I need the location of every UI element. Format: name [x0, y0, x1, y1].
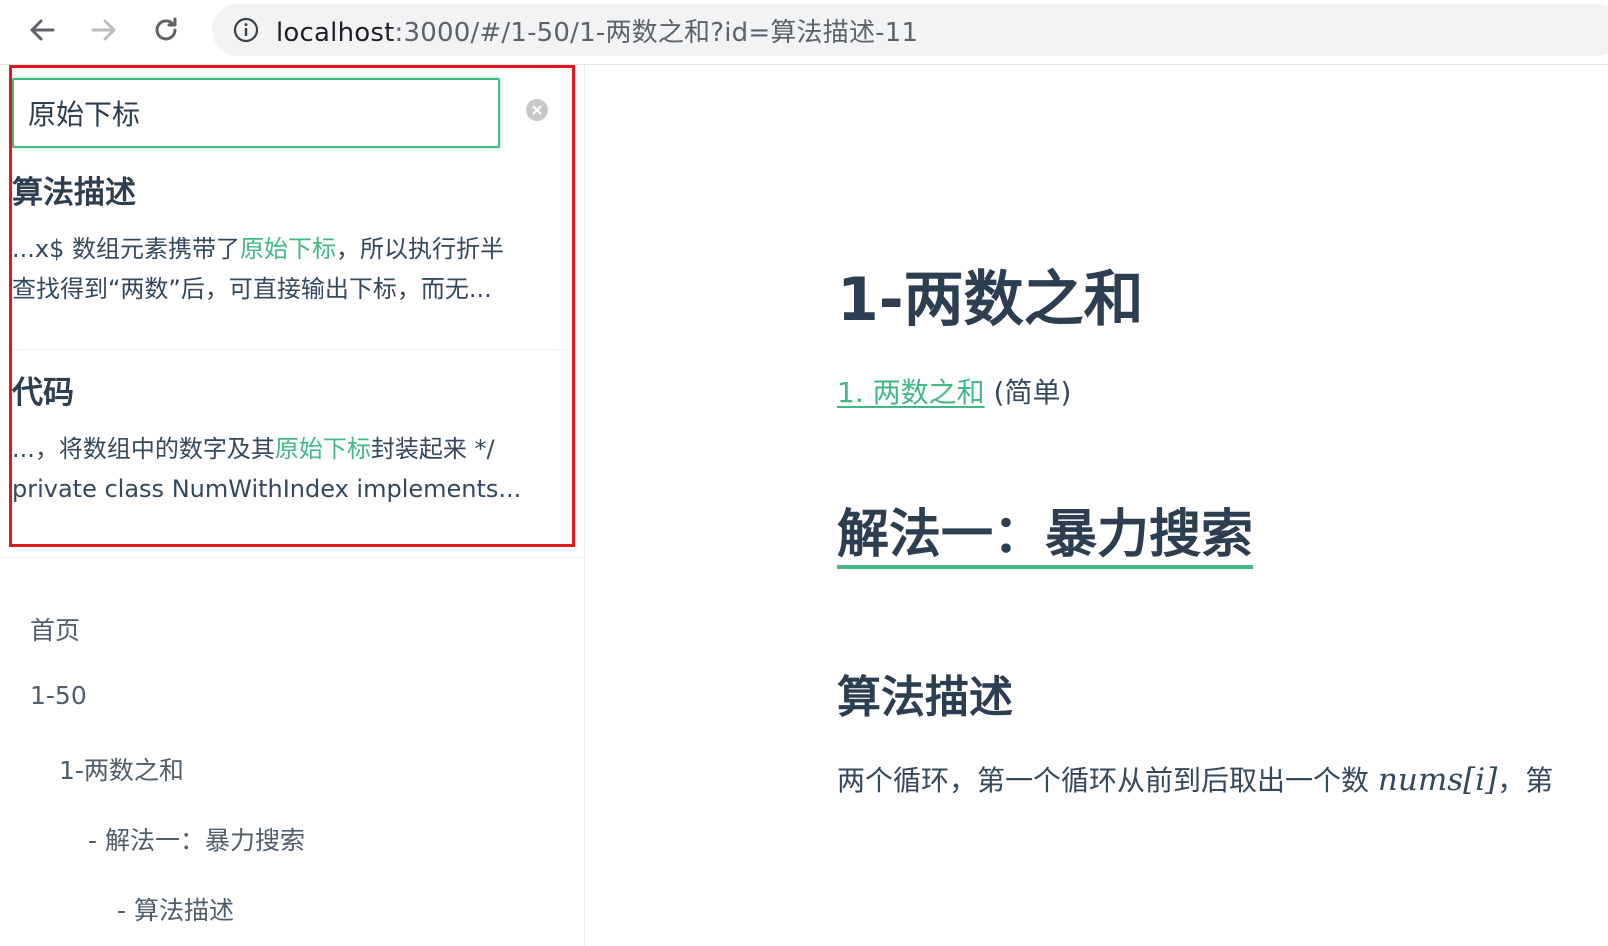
search-result-title[interactable]: 算法描述 [12, 173, 568, 213]
clear-icon [532, 105, 542, 115]
difficulty-label: (简单) [993, 376, 1072, 409]
sidebar-item-algo-desc[interactable]: - 算法描述 [117, 891, 234, 927]
browser-toolbar: localhost:3000/#/1-50/1-两数之和?id=算法描述-11 [0, 0, 1608, 65]
snippet-highlight: 原始下标 [274, 435, 371, 463]
paragraph-text: ，第 [1497, 764, 1554, 797]
search-result-title[interactable]: 代码 [12, 373, 568, 413]
problem-link[interactable]: 1. 两数之和 [837, 376, 985, 409]
search-result-snippet: ...x$ 数组元素携带了原始下标，所以执行折半 查找得到“两数”后，可直接输出… [12, 229, 568, 309]
sidebar-item-1-50[interactable]: 1-50 [30, 681, 87, 710]
reload-button[interactable] [146, 10, 186, 50]
snippet-text: ...x$ 数组元素携带了 [12, 235, 240, 263]
problem-line: 1. 两数之和 (简单) [837, 371, 1071, 411]
algo-heading: 算法描述 [837, 672, 1013, 723]
reload-icon [155, 17, 177, 41]
search-input[interactable] [12, 78, 500, 148]
address-bar[interactable]: localhost:3000/#/1-50/1-两数之和?id=算法描述-11 [212, 4, 1608, 56]
sidebar-item-solution-1[interactable]: - 解法一：暴力搜索 [88, 821, 305, 857]
sidebar-item-home[interactable]: 首页 [30, 611, 80, 647]
clear-search-button[interactable] [526, 99, 548, 121]
search-result[interactable]: 算法描述 ...x$ 数组元素携带了原始下标，所以执行折半 查找得到“两数”后，… [12, 173, 568, 309]
snippet-line: ...，将数组中的数字及其原始下标封装起来 */ [12, 429, 568, 469]
back-button[interactable] [22, 10, 62, 50]
forward-button[interactable] [84, 10, 124, 50]
algo-paragraph: 两个循环，第一个循环从前到后取出一个数 nums[i]，第 [837, 759, 1553, 799]
sidebar-item-two-sum[interactable]: 1-两数之和 [59, 751, 184, 787]
snippet-line: private class NumWithIndex implements... [12, 475, 522, 503]
search-result[interactable]: 代码 ...，将数组中的数字及其原始下标封装起来 */ private clas… [12, 373, 568, 509]
url-host: localhost [276, 17, 395, 48]
result-divider [12, 349, 566, 350]
snippet-highlight: 原始下标 [240, 235, 336, 263]
snippet-line: 查找得到“两数”后，可直接输出下标，而无... [12, 275, 492, 303]
snippet-text: ，所以执行折半 [336, 235, 504, 263]
forward-arrow-icon [91, 19, 116, 41]
sidebar: 算法描述 ...x$ 数组元素携带了原始下标，所以执行折半 查找得到“两数”后，… [0, 65, 585, 946]
search-result-snippet: ...，将数组中的数字及其原始下标封装起来 */ private class N… [12, 429, 568, 509]
main-content: 1-两数之和 1. 两数之和 (简单) 解法一：暴力搜索 算法描述 两个循环，第… [585, 65, 1608, 946]
url-path: :3000/#/1-50/1-两数之和?id=算法描述-11 [394, 17, 919, 48]
paragraph-text: 两个循环，第一个循环从前到后取出一个数 [837, 764, 1378, 797]
search-panel: 算法描述 ...x$ 数组元素携带了原始下标，所以执行折半 查找得到“两数”后，… [0, 65, 584, 558]
snippet-text: 封装起来 */ [370, 435, 495, 463]
math-expression: nums[i] [1377, 762, 1498, 798]
page-title: 1-两数之和 [837, 265, 1144, 335]
solution-heading[interactable]: 解法一：暴力搜索 [837, 505, 1254, 569]
info-icon[interactable] [232, 16, 260, 44]
snippet-line: ...x$ 数组元素携带了原始下标，所以执行折半 [12, 229, 568, 269]
back-arrow-icon [30, 19, 55, 41]
url-text: localhost:3000/#/1-50/1-两数之和?id=算法描述-11 [276, 12, 918, 49]
snippet-text: ...，将数组中的数字及其 [12, 435, 275, 463]
